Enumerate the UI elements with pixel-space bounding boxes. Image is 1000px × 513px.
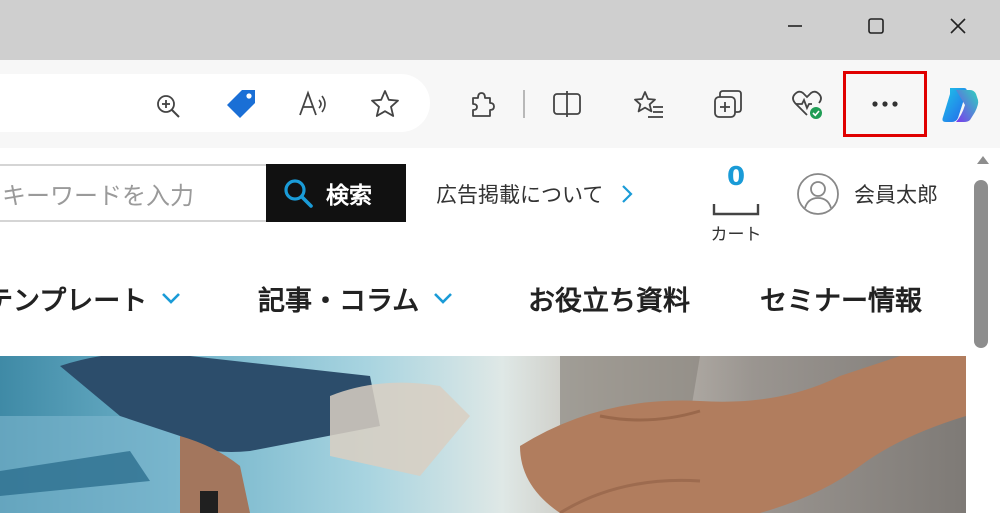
- chevron-down-icon: [162, 293, 181, 304]
- advertising-link[interactable]: 広告掲載について: [436, 176, 633, 212]
- scrollbar-thumb[interactable]: [974, 180, 988, 348]
- cart-button[interactable]: 0 カート: [700, 162, 772, 246]
- copilot-button[interactable]: [936, 80, 984, 128]
- zoom-in-icon: [157, 95, 180, 118]
- close-icon: [950, 18, 966, 34]
- split-screen-icon: [553, 91, 581, 117]
- search-button[interactable]: 検索: [266, 164, 406, 222]
- read-aloud-icon: [299, 90, 326, 116]
- price-tag-icon: [227, 90, 255, 118]
- hero-photo-illustration: [0, 356, 966, 513]
- scroll-up-arrow-icon[interactable]: [975, 154, 991, 166]
- nav-item-label: お役立ち資料: [528, 285, 690, 317]
- favorites-icon: [634, 91, 663, 118]
- favorite-star-icon: [371, 90, 399, 117]
- collections-button[interactable]: [706, 82, 750, 126]
- member-name: 会員太郎: [854, 183, 938, 207]
- page-scrollbar[interactable]: [966, 148, 1000, 513]
- extensions-button[interactable]: [459, 82, 503, 126]
- favorites-button[interactable]: [627, 82, 671, 126]
- nav-item-templates[interactable]: テンプレート: [0, 272, 181, 324]
- advertising-link-label: 広告掲載について: [436, 183, 604, 207]
- shopping-button[interactable]: [219, 82, 263, 126]
- add-favorite-button[interactable]: [363, 82, 407, 126]
- cart-tray-icon: [712, 204, 760, 216]
- read-aloud-button[interactable]: [292, 82, 336, 126]
- more-dots-icon: [872, 101, 898, 107]
- cart-label: カート: [710, 225, 762, 245]
- search-icon: [284, 179, 313, 208]
- window-title-bar: [0, 0, 1000, 60]
- browser-essentials-button[interactable]: [785, 82, 829, 126]
- search-input[interactable]: キーワードを入力: [0, 164, 268, 222]
- hero-image: [0, 356, 966, 513]
- copilot-icon: [942, 88, 979, 122]
- maximize-icon: [868, 18, 884, 34]
- settings-and-more-button[interactable]: [843, 71, 927, 137]
- nav-item-label: テンプレート: [0, 285, 148, 317]
- nav-item-resources[interactable]: お役立ち資料: [528, 272, 690, 324]
- split-screen-button[interactable]: [545, 82, 589, 126]
- search-button-label: 検索: [326, 183, 372, 209]
- nav-item-articles[interactable]: 記事・コラム: [258, 272, 453, 324]
- maximize-button[interactable]: [846, 4, 906, 48]
- member-account-link[interactable]: 会員太郎: [796, 172, 938, 216]
- main-navigation: テンプレート 記事・コラム お役立ち資料 セミナー情報: [0, 272, 966, 324]
- web-page: キーワードを入力 検索 広告掲載について 0 カート 会員太郎 テンプレート 記…: [0, 148, 1000, 513]
- zoom-button[interactable]: [146, 84, 190, 128]
- extensions-icon: [472, 92, 495, 117]
- chevron-down-icon: [434, 293, 453, 304]
- cart-count: 0: [726, 162, 746, 192]
- nav-item-seminars[interactable]: セミナー情報: [760, 272, 922, 324]
- minimize-button[interactable]: [765, 4, 825, 48]
- chevron-right-icon: [622, 185, 633, 203]
- close-window-button[interactable]: [928, 4, 988, 48]
- user-avatar-icon: [797, 173, 839, 215]
- nav-item-label: セミナー情報: [760, 285, 922, 317]
- collections-icon: [714, 90, 742, 118]
- browser-essentials-icon: [792, 90, 822, 119]
- minimize-icon: [788, 25, 802, 27]
- toolbar-divider: [523, 90, 525, 118]
- page-content: キーワードを入力 検索 広告掲載について 0 カート 会員太郎 テンプレート 記…: [0, 148, 966, 513]
- browser-toolbar: [0, 60, 1000, 148]
- nav-item-label: 記事・コラム: [258, 285, 420, 317]
